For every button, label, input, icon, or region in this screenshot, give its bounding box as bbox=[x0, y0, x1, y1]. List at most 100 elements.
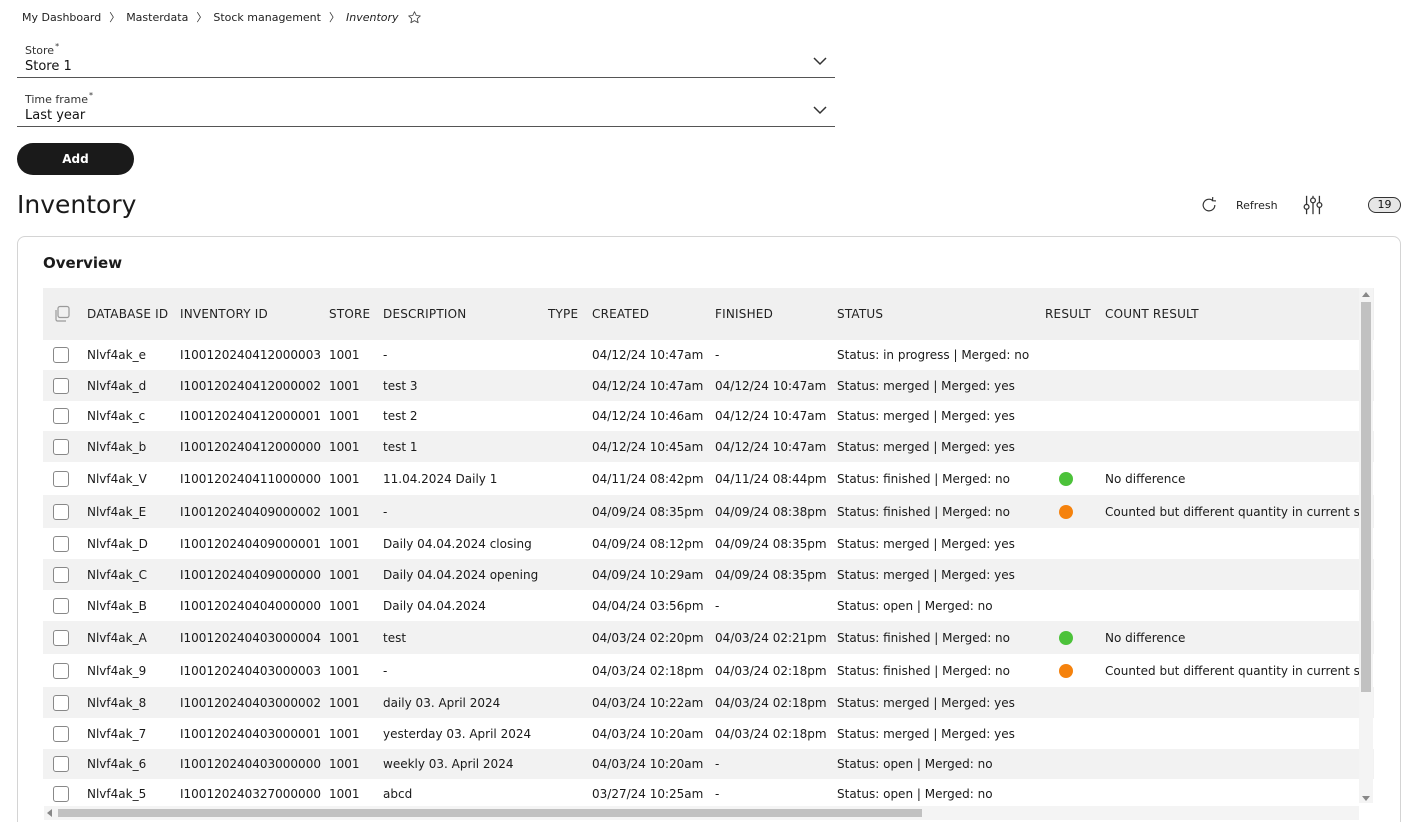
table-row[interactable]: Nlvf4ak_E I100120240409000002 1001 - 04/09/2… bbox=[43, 495, 1374, 528]
cell-created: 04/03/24 02:18pm bbox=[592, 663, 704, 678]
breadcrumb-item-masterdata[interactable]: Masterdata bbox=[126, 11, 188, 24]
cell-type bbox=[548, 431, 592, 462]
timeframe-select[interactable]: Time frame* Last year bbox=[17, 91, 835, 127]
row-checkbox[interactable] bbox=[53, 786, 69, 802]
column-header-inventory-id[interactable]: INVENTORY ID bbox=[180, 288, 329, 340]
cell-status: Status: finished | Merged: no bbox=[837, 630, 1011, 645]
table-row[interactable]: Nlvf4ak_e I100120240412000003 1001-04/12/2… bbox=[43, 340, 1374, 370]
cell-result bbox=[1045, 749, 1105, 779]
row-checkbox[interactable] bbox=[53, 725, 69, 742]
row-select-cell[interactable] bbox=[43, 590, 87, 621]
table-row[interactable]: Nlvf4ak_6 I100120240403000000 1001 weekly 0… bbox=[43, 749, 1374, 779]
cell-description: - bbox=[383, 348, 388, 362]
cell-type bbox=[548, 779, 592, 809]
table-row[interactable]: Nlvf4ak_5 I100120240327000000 1001 abcd 03/2… bbox=[43, 779, 1374, 809]
cell-count-result: Counted but different quantity in curren… bbox=[1105, 663, 1360, 678]
column-header-status[interactable]: STATUS bbox=[837, 288, 1045, 340]
breadcrumb-item-stock-management[interactable]: Stock management bbox=[213, 11, 321, 24]
store-select[interactable]: Store* Store 1 bbox=[17, 42, 835, 78]
cell-count-result bbox=[1105, 401, 1374, 431]
column-header-description[interactable]: DESCRIPTION bbox=[383, 288, 548, 340]
table-row[interactable]: Nlvf4ak_B I100120240404000000 1001 Daily 04… bbox=[43, 590, 1374, 621]
cell-inventory-id: I100120240409000000 bbox=[180, 567, 321, 582]
chevron-down-icon[interactable] bbox=[813, 105, 827, 115]
row-checkbox[interactable] bbox=[53, 597, 69, 614]
row-checkbox[interactable] bbox=[53, 535, 69, 552]
column-header-store[interactable]: STORE bbox=[329, 288, 383, 340]
row-checkbox[interactable] bbox=[53, 408, 69, 424]
row-checkbox[interactable] bbox=[53, 566, 69, 583]
row-checkbox[interactable] bbox=[53, 662, 69, 679]
row-select-cell[interactable] bbox=[43, 621, 87, 654]
row-checkbox[interactable] bbox=[53, 503, 69, 520]
breadcrumb-item-dashboard[interactable]: My Dashboard bbox=[22, 11, 101, 24]
scroll-down-icon[interactable] bbox=[1362, 796, 1370, 801]
vertical-scroll-thumb[interactable] bbox=[1361, 302, 1371, 692]
row-select-cell[interactable] bbox=[43, 779, 87, 809]
scroll-up-icon[interactable] bbox=[1362, 292, 1370, 297]
select-all-cell[interactable] bbox=[43, 288, 87, 340]
table-row[interactable]: Nlvf4ak_V I100120240411000000 1001 11.04.20… bbox=[43, 462, 1374, 495]
row-checkbox[interactable] bbox=[53, 629, 69, 646]
row-select-cell[interactable] bbox=[43, 559, 87, 590]
cell-status: Status: open | Merged: no bbox=[837, 598, 993, 613]
chevron-down-icon[interactable] bbox=[813, 56, 827, 66]
table-row[interactable]: Nlvf4ak_d I100120240412000002 1001 test 3 04… bbox=[43, 370, 1374, 401]
cell-database-id: Nlvf4ak_D bbox=[87, 536, 148, 551]
column-header-finished[interactable]: FINISHED bbox=[715, 288, 837, 340]
cell-type bbox=[548, 559, 592, 590]
table-row[interactable]: Nlvf4ak_8 I100120240403000002 1001 daily 03… bbox=[43, 687, 1374, 718]
cell-created: 04/04/24 03:56pm bbox=[592, 598, 704, 613]
scroll-left-icon[interactable] bbox=[47, 809, 52, 817]
row-select-cell[interactable] bbox=[43, 528, 87, 559]
row-select-cell[interactable] bbox=[43, 495, 87, 528]
cell-description: 11.04.2024 Daily 1 bbox=[383, 471, 498, 486]
table-row[interactable]: Nlvf4ak_7 I100120240403000001 1001 yesterda… bbox=[43, 718, 1374, 749]
breadcrumb-separator: 〉 bbox=[328, 11, 340, 24]
table-row[interactable]: Nlvf4ak_c I100120240412000001 1001 test 2 04… bbox=[43, 401, 1374, 431]
column-header-type[interactable]: TYPE bbox=[548, 288, 592, 340]
row-select-cell[interactable] bbox=[43, 370, 87, 401]
vertical-scrollbar[interactable] bbox=[1359, 288, 1373, 803]
refresh-button[interactable]: Refresh bbox=[1199, 194, 1278, 216]
cell-finished: 04/12/24 10:47am bbox=[715, 409, 827, 423]
table-row[interactable]: Nlvf4ak_9 I100120240403000003 1001 - 04/03/2… bbox=[43, 654, 1374, 687]
select-all-icon[interactable] bbox=[53, 305, 71, 323]
row-checkbox[interactable] bbox=[53, 694, 69, 711]
table-row[interactable]: Nlvf4ak_A I100120240403000004 1001 test 04/0… bbox=[43, 621, 1374, 654]
table-row[interactable]: Nlvf4ak_C I100120240409000000 1001 Daily 04… bbox=[43, 559, 1374, 590]
row-select-cell[interactable] bbox=[43, 749, 87, 779]
count-badge: 19 bbox=[1368, 197, 1401, 213]
add-button[interactable]: Add bbox=[17, 143, 134, 175]
cell-count-result: No difference bbox=[1105, 630, 1186, 645]
table-row[interactable]: Nlvf4ak_D I100120240409000001 1001 Daily 04… bbox=[43, 528, 1374, 559]
row-checkbox[interactable] bbox=[53, 438, 69, 455]
cell-result bbox=[1045, 687, 1105, 718]
star-outline-icon[interactable] bbox=[407, 10, 422, 25]
cell-count-result bbox=[1105, 779, 1374, 809]
row-select-cell[interactable] bbox=[43, 687, 87, 718]
column-header-created[interactable]: CREATED bbox=[592, 288, 715, 340]
column-header-database-id[interactable]: DATABASE ID bbox=[87, 288, 180, 340]
table-row[interactable]: Nlvf4ak_b I100120240412000000 1001 test 1 04… bbox=[43, 431, 1374, 462]
row-checkbox[interactable] bbox=[53, 756, 69, 772]
cell-type bbox=[548, 528, 592, 559]
row-select-cell[interactable] bbox=[43, 340, 87, 370]
column-header-result[interactable]: RESULT bbox=[1045, 288, 1105, 340]
row-checkbox[interactable] bbox=[53, 347, 69, 363]
horizontal-scroll-thumb[interactable] bbox=[58, 809, 922, 817]
horizontal-scrollbar[interactable] bbox=[44, 806, 1359, 820]
row-checkbox[interactable] bbox=[53, 377, 69, 394]
row-select-cell[interactable] bbox=[43, 462, 87, 495]
cell-store: 1001 bbox=[329, 439, 360, 454]
row-select-cell[interactable] bbox=[43, 431, 87, 462]
row-checkbox[interactable] bbox=[53, 470, 69, 487]
timeframe-value: Last year bbox=[25, 108, 86, 123]
filter-sliders-icon[interactable] bbox=[1302, 194, 1324, 216]
cell-inventory-id: I100120240403000004 bbox=[180, 630, 321, 645]
row-select-cell[interactable] bbox=[43, 401, 87, 431]
column-header-count-result[interactable]: COUNT RESULT bbox=[1105, 288, 1374, 340]
row-select-cell[interactable] bbox=[43, 718, 87, 749]
row-select-cell[interactable] bbox=[43, 654, 87, 687]
cell-finished: 04/12/24 10:47am bbox=[715, 439, 827, 454]
